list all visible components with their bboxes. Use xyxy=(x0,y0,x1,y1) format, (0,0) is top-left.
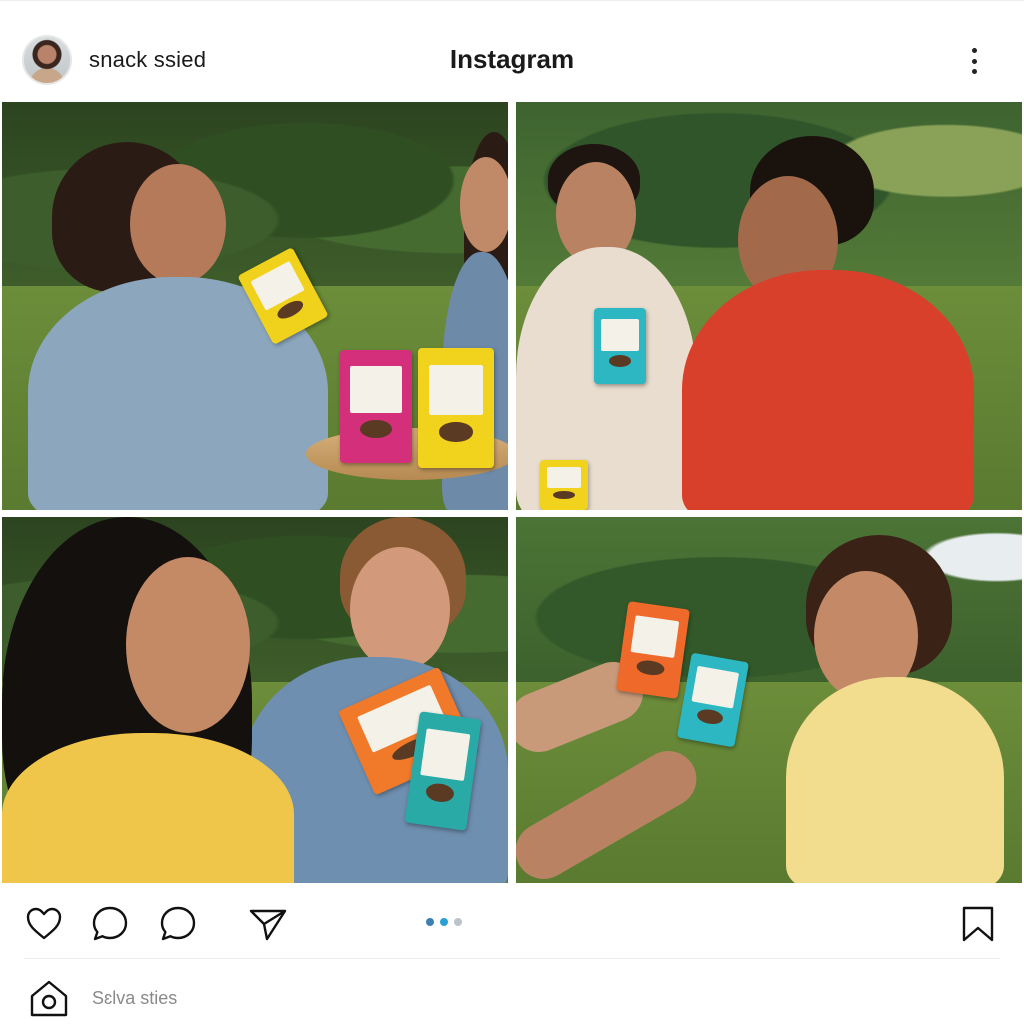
post-header: snack ssied Instagram xyxy=(0,0,1024,100)
person-body xyxy=(682,270,974,510)
post-photo-grid[interactable] xyxy=(0,101,1024,884)
heart-icon[interactable] xyxy=(24,904,64,944)
carousel-dot xyxy=(426,918,434,926)
more-dot-icon xyxy=(971,58,977,64)
snack-pack xyxy=(540,460,588,510)
snack-pack xyxy=(616,601,690,699)
post-photo-2[interactable] xyxy=(516,102,1022,510)
comment-icon[interactable] xyxy=(90,904,130,944)
bottom-navigation: Sɛlva sties xyxy=(0,960,1024,1024)
divider xyxy=(24,958,1000,959)
person-head xyxy=(350,547,450,671)
person-head xyxy=(130,164,226,284)
bottom-nav-label[interactable]: Sɛlva sties xyxy=(92,988,177,1009)
send-icon[interactable] xyxy=(248,904,288,944)
comment-icon[interactable] xyxy=(158,904,198,944)
app-title: Instagram xyxy=(449,44,575,74)
more-dot-icon xyxy=(971,69,977,74)
more-dot-icon xyxy=(971,48,977,53)
more-options-button[interactable] xyxy=(962,47,986,75)
post-photo-1[interactable] xyxy=(2,102,508,510)
bookmark-icon[interactable] xyxy=(958,904,998,944)
carousel-dot-active xyxy=(440,918,448,926)
home-icon[interactable] xyxy=(28,978,70,1018)
snack-pack xyxy=(340,350,412,463)
person-head xyxy=(126,557,250,733)
snack-pack xyxy=(418,348,494,468)
person-body xyxy=(2,733,294,883)
carousel-dot xyxy=(454,918,462,926)
snack-pack xyxy=(594,308,646,384)
person-body xyxy=(786,677,1004,883)
carousel-indicator xyxy=(426,918,462,926)
post-action-bar xyxy=(0,884,1024,960)
person-head xyxy=(460,157,508,252)
post-photo-4[interactable] xyxy=(516,517,1022,883)
post-photo-3[interactable] xyxy=(2,517,508,883)
